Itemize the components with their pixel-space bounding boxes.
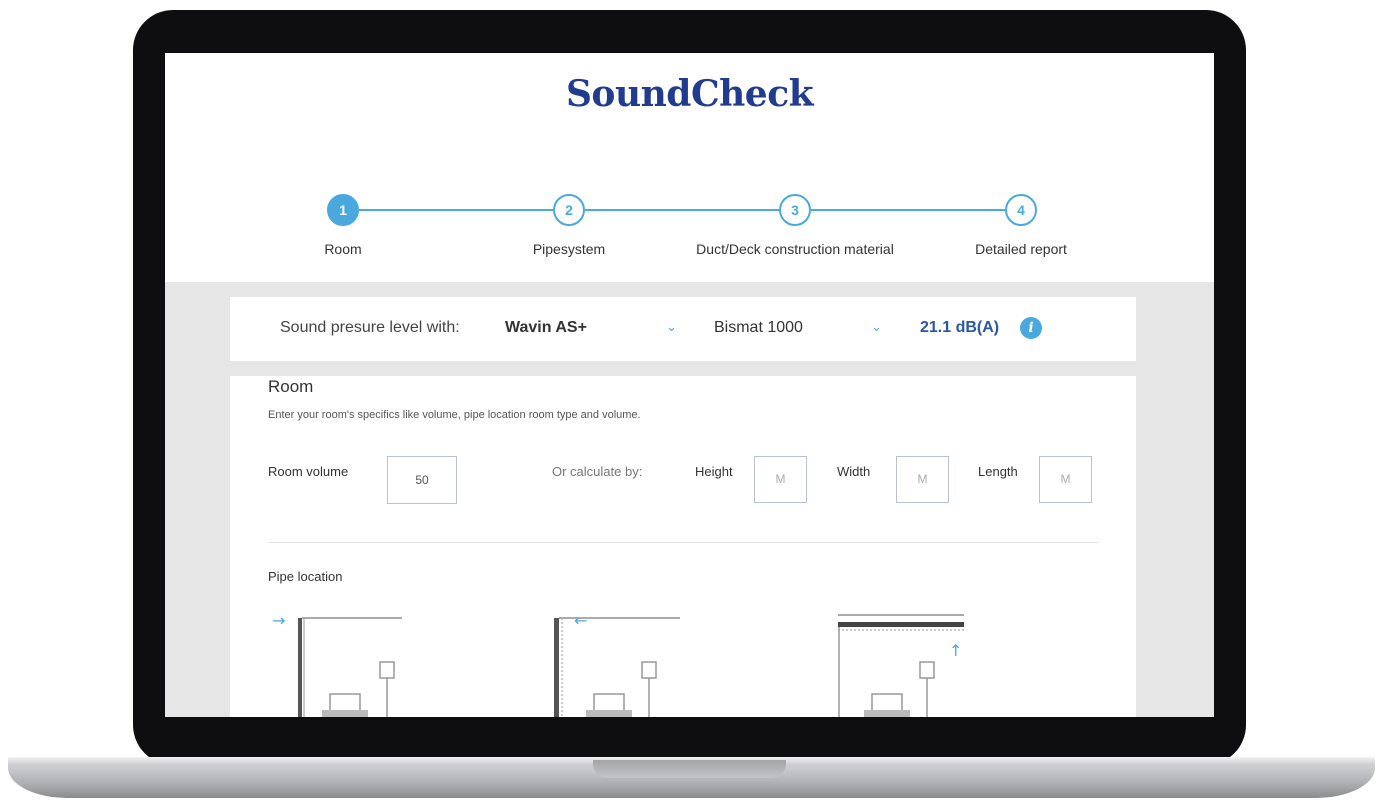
room-description: Enter your room's specifics like volume,…: [268, 409, 641, 421]
arrow-left-icon: ←: [574, 611, 587, 630]
sound-pressure-value: 21.1 dB(A): [920, 319, 1000, 336]
width-input[interactable]: M: [896, 456, 949, 503]
step-3-circle[interactable]: 3: [779, 194, 811, 226]
step-3-label[interactable]: Duct/Deck construction material: [665, 241, 925, 257]
info-icon[interactable]: i: [1020, 317, 1042, 339]
step-2-label[interactable]: Pipesystem: [439, 241, 699, 257]
chevron-down-icon[interactable]: ⌄: [666, 319, 677, 335]
width-label: Width: [837, 464, 871, 479]
length-label: Length: [978, 464, 1018, 479]
pipe-location-option-ceiling[interactable]: ↑: [836, 606, 976, 717]
step-1-circle[interactable]: 1: [327, 194, 359, 226]
step-1-label[interactable]: Room: [213, 241, 473, 257]
step-2-circle[interactable]: 2: [553, 194, 585, 226]
room-title: Room: [268, 377, 314, 396]
sound-pressure-label: Sound presure level with:: [280, 319, 460, 336]
pipe-location-option-wall-inside[interactable]: ←: [550, 606, 690, 717]
sound-pressure-bar: Sound presure level with: Wavin AS+ ⌄ Bi…: [230, 297, 1136, 361]
header: SoundCheck 1 2 3 4 Room Pipesystem Duct/…: [165, 53, 1214, 282]
room-volume-input[interactable]: 50: [387, 456, 457, 504]
material-select[interactable]: Bismat 1000: [714, 319, 803, 337]
step-connector: [359, 209, 553, 211]
logo: SoundCheck: [565, 73, 814, 115]
pipe-system-select[interactable]: Wavin AS+: [505, 319, 587, 337]
step-connector: [811, 209, 1005, 211]
laptop-notch: [593, 760, 786, 778]
room-volume-label: Room volume: [268, 464, 349, 479]
step-connector: [585, 209, 779, 211]
step-4-label[interactable]: Detailed report: [891, 241, 1151, 257]
step-4-circle[interactable]: 4: [1005, 194, 1037, 226]
room-panel: Room Enter your room's specifics like vo…: [230, 376, 1136, 717]
arrow-right-icon: →: [272, 611, 285, 630]
height-label: Height: [695, 464, 733, 479]
length-input[interactable]: M: [1039, 456, 1092, 503]
app-screen: SoundCheck 1 2 3 4 Room Pipesystem Duct/…: [165, 53, 1214, 717]
calculate-by-label: Or calculate by:: [552, 464, 643, 479]
pipe-location-label: Pipe location: [268, 569, 343, 584]
chevron-down-icon[interactable]: ⌄: [871, 319, 882, 335]
pipe-location-option-wall-outside[interactable]: →: [272, 606, 412, 717]
divider: [268, 542, 1098, 543]
arrow-up-icon: ↑: [949, 641, 962, 660]
height-input[interactable]: M: [754, 456, 807, 503]
